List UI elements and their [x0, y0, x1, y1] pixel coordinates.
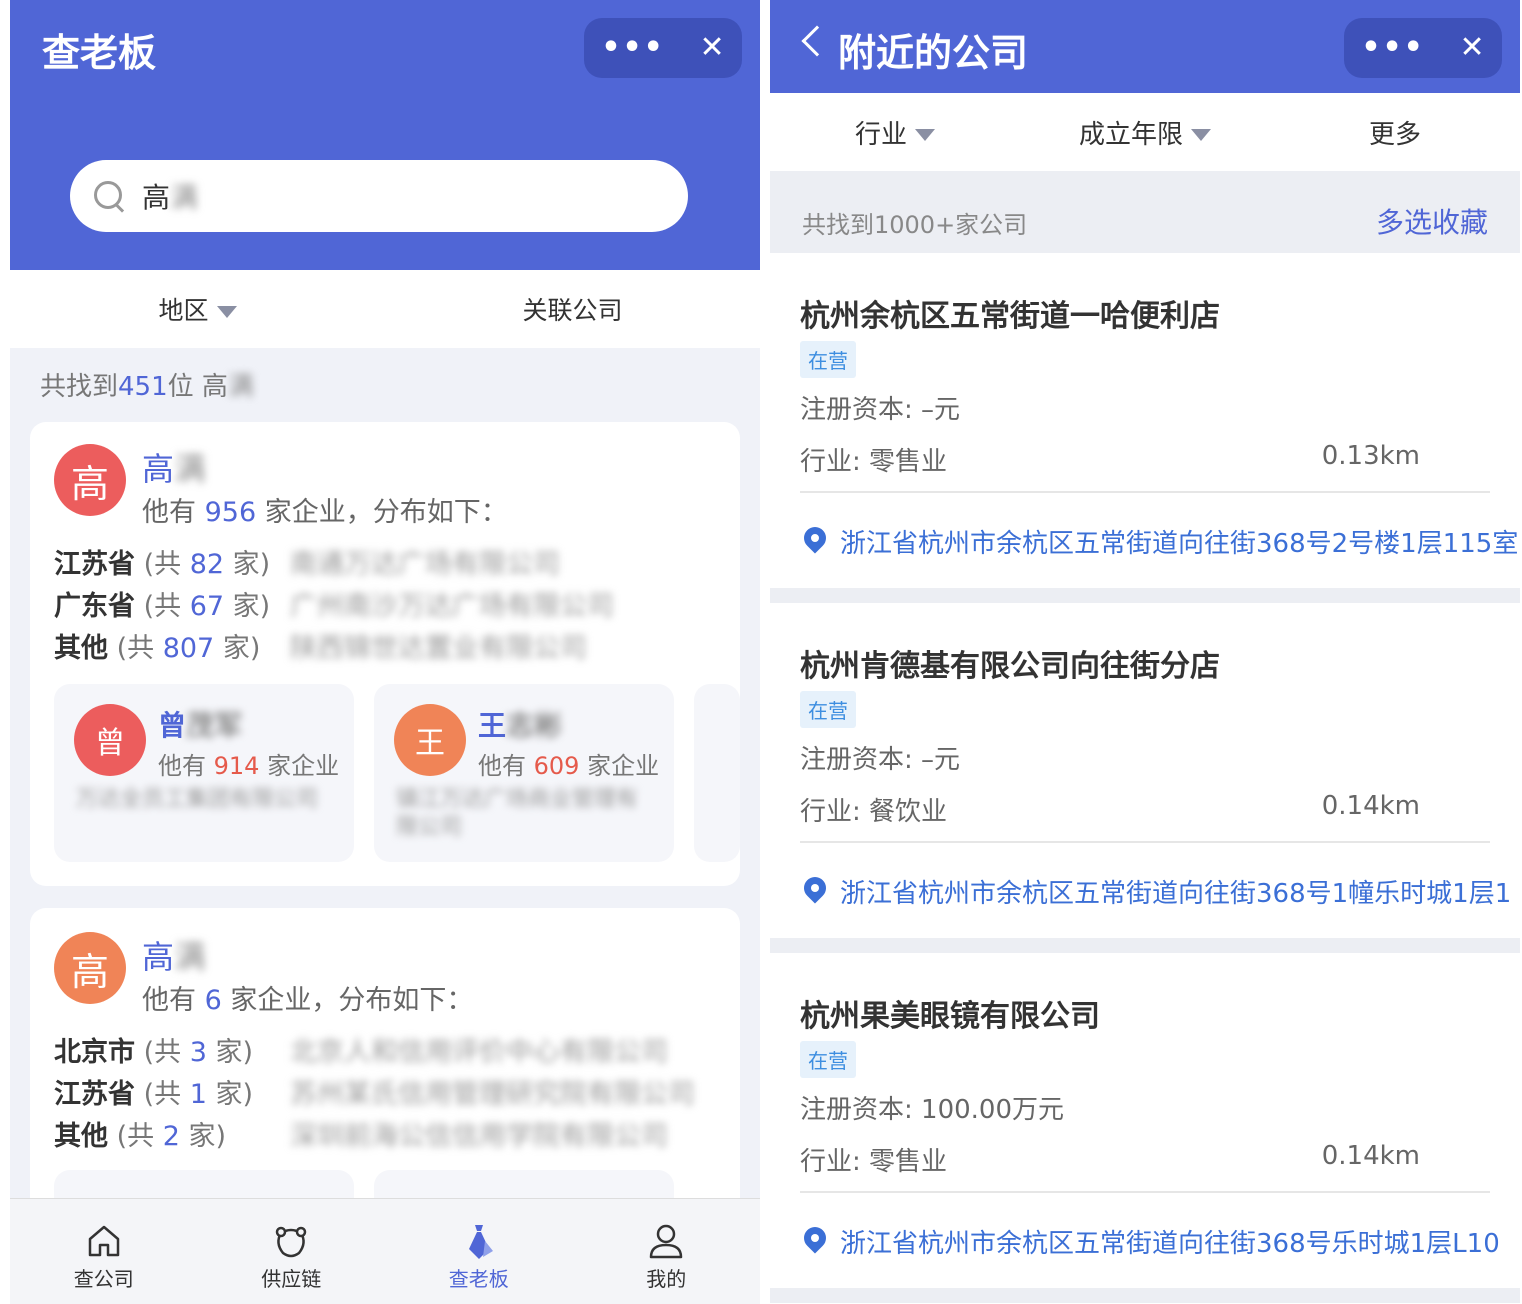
miniapp-capsule: ••• ✕ [1344, 18, 1502, 78]
registered-capital: 注册资本: –元 [800, 745, 961, 775]
search-icon [94, 181, 124, 211]
company-name: 杭州果美眼镜有限公司 [800, 999, 1100, 1034]
related-boss-name: 王志彬 [478, 709, 563, 742]
related-boss-name: 曾茂军 [158, 709, 243, 742]
avatar: 高 [54, 444, 126, 516]
company-address[interactable]: 浙江省杭州市余杭区五常街道向往街368号1幢乐时城1层1 [840, 873, 1520, 910]
region-row[interactable]: 广东省 (共 67 家) 广州南沙万达广场有限公司 [54, 584, 614, 623]
boss-name[interactable]: 高满 [142, 444, 206, 490]
page-title: 附近的公司 [838, 31, 1029, 75]
related-boss-card-peek[interactable] [694, 684, 740, 862]
related-boss-company: 万达全员工集团有限公司 [76, 787, 319, 812]
result-count: 共找到1000+家公司 [802, 211, 1028, 239]
tab-label: 查老板 [448, 1267, 509, 1291]
divider [800, 841, 1490, 843]
close-icon[interactable]: ✕ [700, 33, 725, 63]
card-separator [770, 938, 1520, 953]
status-badge: 在营 [800, 691, 856, 728]
dropdown-arrow-icon [1191, 129, 1211, 141]
region-row[interactable]: 其他 (共 807 家) 陕西锦世达置业有限公司 [54, 626, 587, 665]
filter-region[interactable]: 地区 [10, 291, 385, 327]
tab-label: 供应链 [261, 1267, 322, 1291]
more-icon[interactable]: ••• [1361, 33, 1425, 63]
divider [800, 491, 1490, 493]
nearby-companies-screen: 附近的公司 ••• ✕ 行业 成立年限 更多 共找到1000+家公司 多选收藏 … [770, 0, 1520, 1304]
boss-search-screen: 查老板 ••• ✕ 高满 地区 关联公司 共找到451位 高满 高 高满 他有 … [10, 0, 760, 1304]
region-row[interactable]: 北京市 (共 3 家) 北京人和信用评价中心有限公司 [54, 1030, 668, 1069]
tab-company[interactable]: 查公司 [10, 1199, 198, 1304]
status-badge: 在营 [800, 1041, 856, 1078]
tab-boss[interactable]: 查老板 [385, 1199, 573, 1304]
avatar: 高 [54, 932, 126, 1004]
tab-label: 我的 [646, 1267, 687, 1291]
industry: 行业: 零售业 [800, 1147, 948, 1177]
tie-icon [468, 1225, 493, 1259]
company-name: 杭州余杭区五常街道一哈便利店 [800, 299, 1220, 334]
tab-mine[interactable]: 我的 [573, 1199, 761, 1304]
card-separator [770, 588, 1520, 603]
multi-select-favorite-button[interactable]: 多选收藏 [1376, 201, 1488, 241]
dropdown-arrow-icon [915, 129, 935, 141]
header: 查老板 ••• ✕ 高满 [10, 0, 760, 270]
related-boss-summary: 他有 914 家企业 [158, 752, 340, 780]
location-pin-icon [799, 1222, 831, 1254]
more-icon[interactable]: ••• [601, 33, 665, 63]
industry: 行业: 餐饮业 [800, 797, 948, 827]
filter-industry[interactable]: 行业 [770, 114, 1020, 151]
result-count: 共找到451位 高满 [40, 372, 254, 402]
result-bar: 共找到1000+家公司 多选收藏 [770, 171, 1520, 253]
region-row[interactable]: 江苏省 (共 1 家) 苏州某氏信用管理研究院有限公司 [54, 1072, 695, 1111]
related-boss-card[interactable]: 曾 曾茂军 他有 914 家企业 万达全员工集团有限公司 [54, 684, 354, 862]
card-separator [770, 1288, 1520, 1303]
registered-capital: 注册资本: –元 [800, 395, 961, 425]
filter-bar: 行业 成立年限 更多 [770, 93, 1520, 171]
distance: 0.14km [1321, 1141, 1420, 1171]
tab-label: 查公司 [73, 1267, 134, 1291]
home-icon [88, 1225, 119, 1257]
page-title: 查老板 [42, 31, 157, 75]
close-icon[interactable]: ✕ [1460, 33, 1485, 63]
search-input[interactable]: 高满 [70, 160, 688, 232]
filter-bar: 地区 关联公司 [10, 270, 760, 348]
distance: 0.14km [1321, 791, 1420, 821]
boss-name[interactable]: 高满 [142, 932, 206, 978]
registered-capital: 注册资本: 100.00万元 [800, 1095, 1064, 1125]
supply-chain-icon [276, 1226, 307, 1258]
company-address[interactable]: 浙江省杭州市余杭区五常街道向往街368号2号楼1层115室 [840, 523, 1520, 560]
user-icon [650, 1224, 683, 1259]
back-icon[interactable] [801, 25, 833, 57]
region-row[interactable]: 江苏省 (共 82 家) 南通万达广场有限公司 [54, 542, 560, 581]
company-card[interactable]: 杭州余杭区五常街道一哈便利店 在营 注册资本: –元 行业: 零售业 0.13k… [770, 253, 1520, 588]
boss-summary: 他有 956 家企业，分布如下： [142, 497, 508, 528]
avatar: 王 [394, 704, 466, 776]
location-pin-icon [799, 872, 831, 904]
company-address[interactable]: 浙江省杭州市余杭区五常街道向往街368号乐时城1层L10 [840, 1223, 1520, 1260]
divider [800, 1191, 1490, 1193]
industry: 行业: 零售业 [800, 447, 948, 477]
boss-summary: 他有 6 家企业，分布如下： [142, 985, 474, 1016]
filter-established-years[interactable]: 成立年限 [1020, 114, 1270, 151]
miniapp-capsule: ••• ✕ [584, 18, 742, 78]
related-boss-card[interactable]: 王 王志彬 他有 609 家企业 镇江万达广场商业管理有限公司 [374, 684, 674, 862]
company-card[interactable]: 杭州肯德基有限公司向往街分店 在营 注册资本: –元 行业: 餐饮业 0.14k… [770, 603, 1520, 938]
company-name: 杭州肯德基有限公司向往街分店 [800, 649, 1220, 684]
status-badge: 在营 [800, 341, 856, 378]
related-boss-company: 镇江万达广场商业管理有限公司 [396, 787, 639, 840]
location-pin-icon [799, 522, 831, 554]
region-row[interactable]: 其他 (共 2 家) 深圳前海公信信用学院有限公司 [54, 1114, 668, 1153]
filter-related-company[interactable]: 关联公司 [385, 291, 760, 327]
distance: 0.13km [1321, 441, 1420, 471]
filter-more[interactable]: 更多 [1270, 114, 1520, 151]
avatar: 曾 [74, 704, 146, 776]
related-boss-summary: 他有 609 家企业 [478, 752, 660, 780]
search-query: 高满 [142, 181, 199, 214]
dropdown-arrow-icon [216, 306, 237, 318]
header: 附近的公司 ••• ✕ [770, 0, 1520, 93]
boss-card[interactable]: 高 高满 他有 956 家企业，分布如下： 江苏省 (共 82 家) 南通万达广场… [30, 422, 740, 886]
tab-supply-chain[interactable]: 供应链 [198, 1199, 386, 1304]
company-card[interactable]: 杭州果美眼镜有限公司 在营 注册资本: 100.00万元 行业: 零售业 0.1… [770, 953, 1520, 1288]
bottom-tab-bar: 查公司 供应链 查老板 我的 [10, 1198, 760, 1304]
